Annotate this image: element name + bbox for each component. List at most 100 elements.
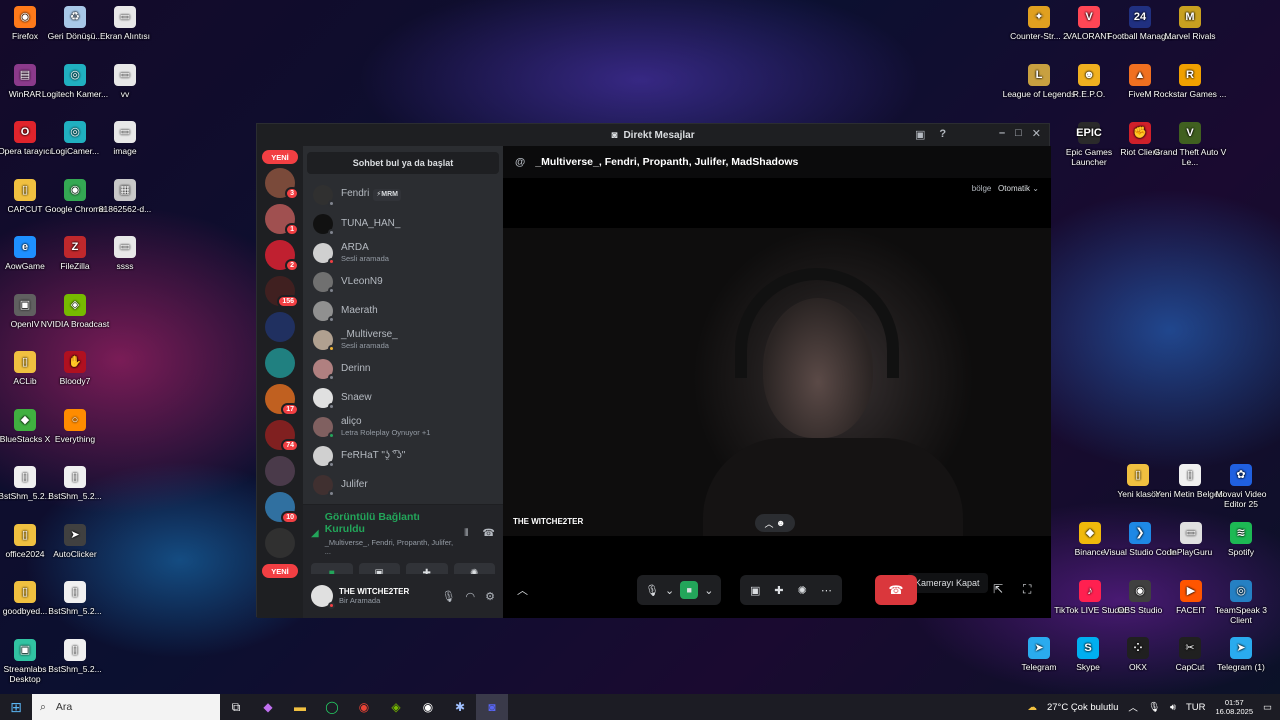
app-icon: ▯ [64, 466, 86, 488]
desktop-icon[interactable]: ▭ image [88, 119, 162, 175]
chrome-icon[interactable]: ◉ [348, 700, 380, 714]
gamepad-icon[interactable]: ✚ [774, 584, 783, 597]
mic-options-icon[interactable]: ⌄ [665, 584, 674, 597]
clock[interactable]: 01:57 16.08.2025 [1215, 698, 1253, 716]
desktop-icon[interactable]: M Marvel Rivals [1153, 4, 1227, 60]
dm-list-item[interactable]: aliço Letra Roleplay Oynuyor +1 [303, 412, 503, 441]
dm-list-item[interactable]: VLeonN9 [303, 267, 503, 296]
disconnect-icon[interactable]: ☎ [483, 528, 495, 539]
help-icon[interactable]: ? [939, 128, 946, 141]
desktop-icon[interactable]: ✿ Movavi Video Editor 25 [1204, 462, 1278, 518]
headphones-icon[interactable]: ◠ [466, 590, 476, 603]
volume-icon[interactable]: 🔊︎ [1170, 702, 1176, 713]
noise-suppression-icon[interactable]: ⦀ [464, 528, 468, 539]
dm-list-item[interactable]: _Multiverse_ Sesli aramada [303, 325, 503, 354]
settings-icon[interactable]: ⚙ [485, 590, 495, 603]
server-icon[interactable] [265, 348, 295, 378]
video-feed[interactable]: THE WITCHE2TER ︿ ☻ [503, 228, 1051, 536]
desktop-icon-label: Movavi Video Editor 25 [1215, 489, 1267, 509]
close-button[interactable]: ✕ [1032, 127, 1041, 140]
desktop-icon[interactable]: ◎ TeamSpeak 3 Client [1204, 578, 1278, 634]
desktop-icon[interactable]: ◈ NVIDIA Broadcast [38, 292, 112, 348]
desktop-icon[interactable]: ✋ Bloody7 [38, 349, 112, 405]
inbox-icon[interactable]: ▣ [915, 128, 925, 141]
server-icon[interactable]: 2 [265, 240, 299, 272]
tray-expand-icon[interactable]: ︿ [1128, 700, 1138, 714]
maximize-button[interactable]: □ [1015, 127, 1022, 140]
avatar [313, 474, 335, 497]
voice-status[interactable]: Görüntülü Bağlantı Kuruldu [325, 511, 458, 535]
task-view-icon[interactable]: ⧉ [220, 700, 252, 715]
microphone-icon[interactable]: 🎙︎ [442, 590, 456, 603]
dm-list-item[interactable]: Fendri ⚡MRM [303, 180, 503, 209]
desktop-icon[interactable]: ▦ 81862562-d... [88, 177, 162, 233]
dm-name: _Multiverse_ [341, 329, 398, 340]
dm-name: ARDA [341, 242, 369, 253]
language-indicator[interactable]: TUR [1186, 702, 1206, 713]
desktop-icon[interactable]: ▯ BstShm_5.2... [38, 637, 112, 693]
soundboard-icon[interactable]: ✺ [798, 584, 807, 597]
camera-options-icon[interactable]: ⌄ [704, 584, 713, 597]
region-selector[interactable]: bölge Otomatik ⌄ [972, 184, 1039, 193]
taskbar-search[interactable]: ⌕ Ara [32, 694, 220, 720]
desktop-icon[interactable]: ➤ Telegram (1) [1204, 635, 1278, 691]
new-badge-bottom[interactable]: YENİ [262, 564, 298, 578]
dm-list-item[interactable]: Maerath [303, 296, 503, 325]
camera-toggle-button[interactable]: ■ [680, 581, 699, 599]
more-icon[interactable]: ⋯ [821, 584, 832, 597]
obs-icon[interactable]: ◉ [412, 700, 444, 714]
screen-share-icon[interactable]: ▣ [750, 584, 760, 597]
minimize-button[interactable]: – [999, 127, 1005, 140]
dm-list-item[interactable]: Snaew [303, 383, 503, 412]
desktop-icon[interactable]: ➤ AutoClicker [38, 522, 112, 578]
desktop-icon[interactable]: R Rockstar Games ... [1153, 62, 1227, 118]
desktop-icon[interactable]: ▭ vv [88, 62, 162, 118]
dm-list-item[interactable]: FeRHaT "ʖ̯ ͡°ʖ" [303, 441, 503, 470]
avatar[interactable] [311, 585, 335, 609]
server-icon[interactable]: 3 [265, 168, 299, 200]
fullscreen-icon[interactable]: ⛶ [1023, 582, 1031, 597]
server-icon[interactable]: 74 [265, 420, 299, 452]
desktop-icon[interactable]: ▯ BstShm_5.2... [38, 579, 112, 635]
notification-icon[interactable]: ▭ [1263, 702, 1272, 713]
expand-up-icon[interactable]: ︿ [517, 582, 528, 598]
desktop-icon[interactable]: ▭ Ekran Alıntısı [88, 4, 162, 60]
server-icon[interactable]: 17 [265, 384, 299, 416]
desktop-icon[interactable]: ▯ BstShm_5.2... [38, 464, 112, 520]
dm-list-item[interactable]: Julifer [303, 470, 503, 499]
avatar [313, 242, 335, 265]
new-badge-top[interactable]: YENİ [262, 150, 298, 164]
file-explorer-icon[interactable]: ▬ [284, 700, 316, 714]
desktop-icon[interactable]: ≋ Spotify [1204, 520, 1278, 576]
dm-list-item[interactable]: TUNA_HAN_ [303, 209, 503, 238]
server-icon[interactable]: 1 [265, 204, 299, 236]
dm-search-button[interactable]: Sohbet bul ya da başlat [307, 152, 499, 174]
server-icon[interactable] [265, 312, 295, 342]
server-icon[interactable] [265, 456, 295, 486]
popout-icon[interactable]: ⇱ [993, 582, 1003, 596]
username[interactable]: THE WITCHE2TER [339, 587, 409, 596]
dm-name: Julifer [341, 478, 368, 490]
dm-list-item[interactable]: Derinn [303, 354, 503, 383]
app-icon[interactable]: ✱ [444, 700, 476, 714]
microphone-button[interactable]: 🎙︎ [645, 584, 659, 597]
discord-taskbar-icon[interactable]: ◙ [476, 694, 508, 720]
copilot-icon[interactable]: ◆ [252, 700, 284, 714]
desktop-icon[interactable]: V Grand Theft Auto V Le... [1153, 120, 1227, 176]
windows-start-icon[interactable]: ⊞ [0, 699, 32, 716]
dm-list-item[interactable]: ARDA Sesli aramada [303, 238, 503, 267]
server-icon[interactable]: 156 [265, 276, 299, 308]
server-icon[interactable]: 10 [265, 492, 299, 524]
server-icon[interactable] [265, 528, 295, 558]
microphone-tray-icon[interactable]: 🎙︎ [1148, 702, 1160, 713]
desktop-icon[interactable]: ○ Everything [38, 407, 112, 463]
nvidia-icon[interactable]: ◈ [380, 700, 412, 714]
status-indicator [328, 489, 335, 497]
end-call-button[interactable]: ☎ [875, 575, 917, 605]
collapse-participants-button[interactable]: ︿ ☻ [755, 514, 795, 532]
whatsapp-icon[interactable]: ◯ [316, 700, 348, 714]
weather-text[interactable]: 27°C Çok bulutlu [1047, 702, 1118, 713]
region-value: Otomatik [998, 184, 1031, 193]
desktop-icon[interactable]: ▭ ssss [88, 234, 162, 290]
status-indicator [328, 460, 335, 468]
